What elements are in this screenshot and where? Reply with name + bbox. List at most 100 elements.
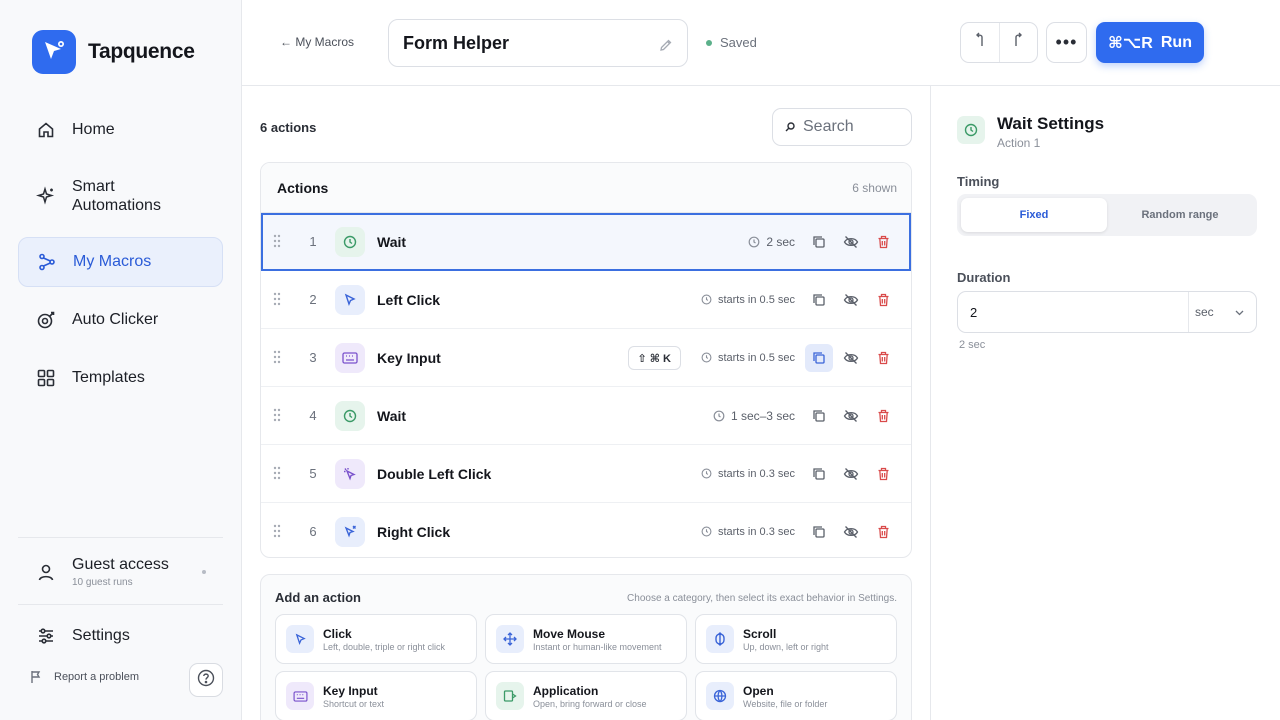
action-row-6[interactable]: 6 Right Click starts in 0.3 sec (261, 503, 911, 557)
action-timing: 1 sec–3 sec (713, 409, 795, 423)
hide-icon[interactable] (837, 286, 865, 314)
sidebar-divider (18, 604, 223, 605)
drag-handle-icon[interactable] (273, 292, 281, 311)
sidebar-item-smart-automations[interactable]: Smart Automations (18, 172, 223, 220)
clock-icon (701, 294, 712, 305)
action-timing: starts in 0.5 sec (701, 294, 795, 306)
category-desc: Left, double, triple or right click (323, 642, 446, 652)
row-actions (801, 402, 897, 430)
action-timing: starts in 0.3 sec (701, 468, 795, 480)
trash-icon[interactable] (869, 460, 897, 488)
macro-title: Form Helper (403, 32, 510, 53)
row-actions (801, 344, 897, 372)
sidebar-item-label: My Macros (73, 253, 152, 270)
undo-button[interactable] (961, 23, 999, 62)
category-scroll[interactable]: Scroll Up, down, left or right (695, 614, 897, 664)
macro-path-icon (37, 252, 57, 272)
hide-icon[interactable] (837, 460, 865, 488)
action-row-3[interactable]: 3 Key Input ⇧ ⌘ K starts in 0.5 sec (261, 329, 911, 387)
sidebar-item-my-macros[interactable]: My Macros (18, 237, 223, 287)
category-title: Click (323, 627, 352, 641)
hide-icon[interactable] (837, 344, 865, 372)
hide-icon[interactable] (837, 228, 865, 256)
clock-icon (701, 352, 712, 363)
drag-handle-icon[interactable] (273, 466, 281, 485)
trash-icon[interactable] (869, 402, 897, 430)
trash-icon[interactable] (869, 286, 897, 314)
duplicate-icon[interactable] (805, 344, 833, 372)
action-row-1[interactable]: 1 Wait 2 sec (261, 213, 911, 271)
category-click[interactable]: Click Left, double, triple or right clic… (275, 614, 477, 664)
search-icon (785, 122, 795, 132)
category-desc: Website, file or folder (743, 699, 828, 709)
run-shortcut: ⌘⌥R (1108, 34, 1153, 52)
drag-handle-icon[interactable] (273, 524, 281, 543)
double-click-icon (335, 459, 365, 489)
actions-shown-count: 6 shown (852, 180, 897, 195)
duration-label: Duration (957, 270, 1011, 285)
action-row-5[interactable]: 5 Double Left Click starts in 0.3 sec (261, 445, 911, 503)
category-open[interactable]: Open Website, file or folder (695, 671, 897, 720)
settings-subtitle: Action 1 (997, 136, 1041, 150)
category-title: Scroll (743, 627, 777, 641)
run-button[interactable]: ⌘⌥R Run (1096, 22, 1204, 63)
action-timing-label: starts in 0.5 sec (717, 293, 795, 306)
action-name: Key Input (377, 349, 441, 366)
search-input[interactable]: Search (772, 108, 912, 146)
sidebar-item-home[interactable]: Home (18, 110, 223, 150)
drag-handle-icon[interactable] (273, 408, 281, 427)
timing-option-random-range[interactable]: Random range (1107, 198, 1253, 232)
add-action-title: Add an action (275, 590, 361, 605)
duration-input[interactable]: 2 (958, 292, 1188, 332)
trash-icon[interactable] (869, 518, 897, 546)
hide-icon[interactable] (837, 518, 865, 546)
undo-redo-group (960, 22, 1038, 63)
right-click-icon (335, 517, 365, 547)
duplicate-icon[interactable] (805, 518, 833, 546)
guest-access[interactable]: Guest access 10 guest runs (36, 556, 216, 588)
drag-handle-icon[interactable] (273, 350, 281, 369)
row-actions (801, 286, 897, 314)
action-row-4[interactable]: 4 Wait 1 sec–3 sec (261, 387, 911, 445)
trash-icon[interactable] (869, 344, 897, 372)
duplicate-icon[interactable] (805, 460, 833, 488)
trash-icon[interactable] (869, 228, 897, 256)
category-title: Key Input (323, 684, 378, 698)
clock-icon (957, 116, 985, 144)
sidebar-item-templates[interactable]: Templates (18, 358, 223, 398)
sidebar: Tapquence Home Smart Automations My Macr… (0, 0, 242, 720)
clock-icon (701, 526, 712, 537)
category-move-mouse[interactable]: Move Mouse Instant or human-like movemen… (485, 614, 687, 664)
drag-handle-icon[interactable] (273, 234, 281, 253)
redo-button[interactable] (998, 23, 1038, 62)
duplicate-icon[interactable] (805, 286, 833, 314)
help-button[interactable] (189, 663, 223, 697)
macro-title-field[interactable]: Form Helper (388, 19, 688, 67)
clock-icon (748, 236, 760, 248)
report-label: Report a problem (54, 671, 139, 683)
duplicate-icon[interactable] (805, 402, 833, 430)
saved-dot (706, 39, 712, 46)
more-options-button[interactable]: ••• (1046, 22, 1087, 63)
search-placeholder: Search (803, 118, 854, 135)
chevron-down-icon (1235, 305, 1244, 319)
category-key-input[interactable]: Key Input Shortcut or text (275, 671, 477, 720)
duration-unit-select[interactable]: sec (1188, 292, 1256, 332)
duplicate-icon[interactable] (805, 228, 833, 256)
row-actions (801, 460, 897, 488)
app-logo[interactable]: Tapquence (32, 30, 195, 74)
report-problem-link[interactable]: Report a problem (30, 670, 139, 684)
action-name: Left Click (377, 291, 441, 308)
clock-icon (335, 227, 365, 257)
category-desc: Open, bring forward or close (533, 699, 647, 709)
clock-icon (713, 410, 725, 422)
timing-option-fixed[interactable]: Fixed (961, 198, 1107, 232)
sidebar-item-auto-clicker[interactable]: Auto Clicker (18, 300, 223, 340)
hide-icon[interactable] (837, 402, 865, 430)
category-application[interactable]: Application Open, bring forward or close (485, 671, 687, 720)
action-row-2[interactable]: 2 Left Click starts in 0.5 sec (261, 271, 911, 329)
duration-hint: 2 sec (959, 339, 986, 351)
back-to-my-macros-link[interactable]: ← My Macros (280, 35, 354, 49)
sidebar-item-settings[interactable]: Settings (18, 616, 223, 656)
action-timing: starts in 0.3 sec (701, 526, 795, 538)
